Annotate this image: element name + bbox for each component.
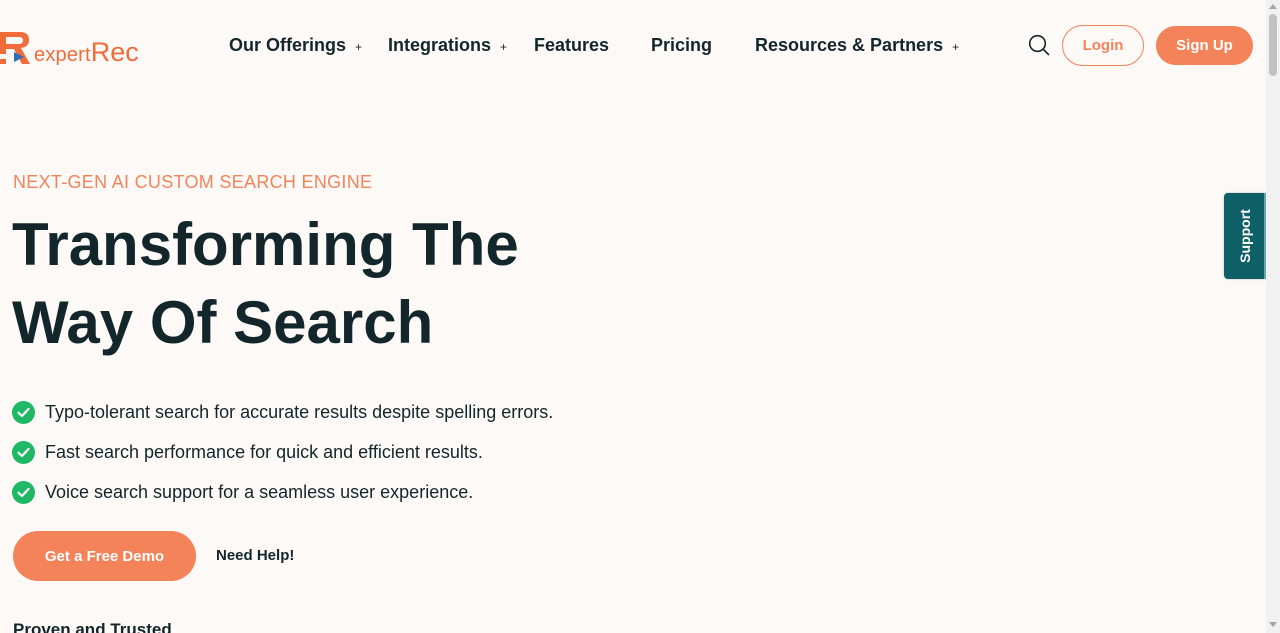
logo-mark-icon (0, 26, 32, 68)
logo-wordmark: expertRec (34, 39, 139, 66)
expertrec-logo[interactable]: expertRec (0, 22, 139, 68)
feature-list: Typo-tolerant search for accurate result… (12, 392, 553, 512)
check-circle-icon (12, 480, 35, 504)
list-item: Voice search support for a seamless user… (12, 472, 553, 512)
site-header: expertRec Our Offerings + Integrations +… (0, 0, 1266, 90)
need-help-link[interactable]: Need Help! (216, 547, 294, 564)
hero-headline: Transforming The Way Of Search (12, 206, 632, 362)
feature-text: Typo-tolerant search for accurate result… (45, 401, 554, 422)
nav-item-pricing[interactable]: Pricing (651, 33, 712, 57)
nav-item-resources-partners[interactable]: Resources & Partners + (755, 33, 959, 57)
plus-icon: + (952, 39, 960, 54)
nav-item-our-offerings[interactable]: Our Offerings + (229, 33, 362, 57)
headline-line-2: Way Of Search (12, 289, 434, 356)
nav-label: Our Offerings (229, 34, 347, 55)
search-icon[interactable] (1026, 32, 1052, 58)
hero-eyebrow: NEXT-GEN AI CUSTOM SEARCH ENGINE (13, 172, 373, 192)
scroll-up-arrow-icon[interactable] (1269, 4, 1277, 9)
list-item: Typo-tolerant search for accurate result… (12, 392, 553, 432)
free-demo-button[interactable]: Get a Free Demo (13, 531, 196, 581)
nav-item-features[interactable]: Features (534, 33, 609, 57)
signup-button[interactable]: Sign Up (1156, 26, 1253, 65)
nav-label: Pricing (651, 34, 713, 55)
check-circle-icon (12, 440, 35, 464)
page-scrollbar[interactable] (1266, 0, 1280, 633)
nav-item-integrations[interactable]: Integrations + (388, 33, 507, 57)
scroll-down-arrow-icon[interactable] (1269, 622, 1277, 627)
logo-text-large: Rec (90, 37, 139, 67)
proven-trusted-heading: Proven and Trusted (13, 620, 172, 633)
logo-text-small: expert (34, 44, 91, 66)
scrollbar-thumb[interactable] (1269, 14, 1277, 76)
plus-icon: + (500, 39, 508, 54)
nav-label: Resources & Partners (755, 34, 944, 55)
headline-line-1: Transforming The (12, 211, 519, 278)
list-item: Fast search performance for quick and ef… (12, 432, 553, 472)
support-tab[interactable]: Support (1224, 193, 1266, 279)
nav-label: Features (534, 34, 610, 55)
feature-text: Voice search support for a seamless user… (45, 481, 474, 502)
nav-label: Integrations (388, 34, 492, 55)
page: expertRec Our Offerings + Integrations +… (0, 0, 1280, 633)
check-circle-icon (12, 400, 35, 424)
login-button[interactable]: Login (1062, 25, 1144, 66)
feature-text: Fast search performance for quick and ef… (45, 441, 483, 462)
plus-icon: + (355, 39, 363, 54)
support-label: Support (1237, 209, 1253, 263)
